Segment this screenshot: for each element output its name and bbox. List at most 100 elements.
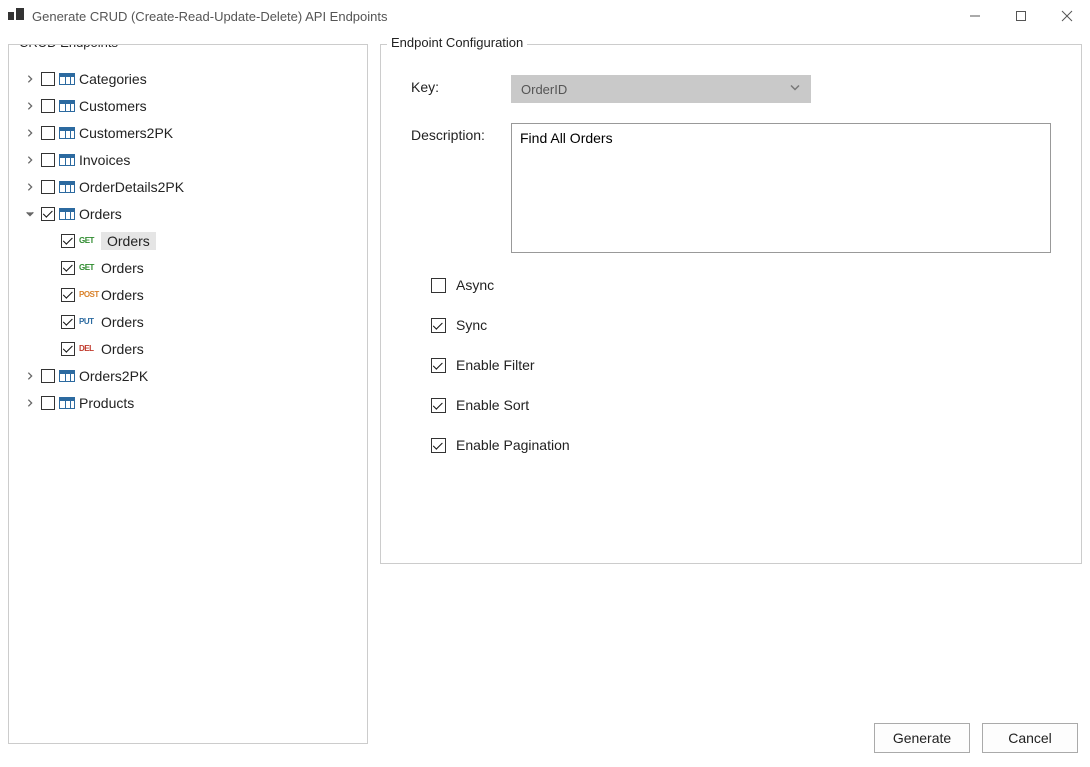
app-icon xyxy=(8,8,24,24)
chevron-right-icon[interactable] xyxy=(23,180,37,194)
endpoint-config-panel: Endpoint Configuration Key: OrderID Desc… xyxy=(380,44,1082,564)
description-input[interactable] xyxy=(511,123,1051,253)
tree-table-row[interactable]: OrderDetails2PK xyxy=(19,173,357,200)
http-method-badge: GET xyxy=(79,236,97,245)
method-checkbox[interactable] xyxy=(61,234,75,248)
option-label: Enable Sort xyxy=(456,397,529,413)
tree-method-row[interactable]: DEL Orders xyxy=(19,335,357,362)
method-label: Orders xyxy=(101,314,144,330)
table-checkbox[interactable] xyxy=(41,180,55,194)
method-label: Orders xyxy=(101,287,144,303)
table-label: Invoices xyxy=(79,152,130,168)
minimize-button[interactable] xyxy=(952,0,998,32)
table-checkbox[interactable] xyxy=(41,72,55,86)
table-icon xyxy=(59,397,75,409)
crud-endpoints-panel: CRUD Endpoints Categories Customers Custom… xyxy=(8,44,368,744)
key-label: Key: xyxy=(411,75,511,103)
table-checkbox[interactable] xyxy=(41,396,55,410)
option-row[interactable]: Enable Pagination xyxy=(431,437,1051,453)
description-label: Description: xyxy=(411,123,511,253)
background-strip xyxy=(230,757,930,767)
option-row[interactable]: Enable Filter xyxy=(431,357,1051,373)
table-icon xyxy=(59,370,75,382)
chevron-right-icon[interactable] xyxy=(23,153,37,167)
chevron-down-icon[interactable] xyxy=(23,207,37,221)
method-checkbox[interactable] xyxy=(61,261,75,275)
option-label: Async xyxy=(456,277,494,293)
tree-table-row[interactable]: Orders2PK xyxy=(19,362,357,389)
tree-table-row[interactable]: Customers xyxy=(19,92,357,119)
chevron-right-icon[interactable] xyxy=(23,396,37,410)
cancel-button[interactable]: Cancel xyxy=(982,723,1078,753)
option-checkbox[interactable] xyxy=(431,438,446,453)
table-label: Orders2PK xyxy=(79,368,148,384)
method-label: Orders xyxy=(101,232,156,250)
table-icon xyxy=(59,73,75,85)
tree-table-row[interactable]: Products xyxy=(19,389,357,416)
chevron-right-icon[interactable] xyxy=(23,99,37,113)
option-label: Sync xyxy=(456,317,487,333)
chevron-down-icon xyxy=(789,82,801,97)
method-checkbox[interactable] xyxy=(61,315,75,329)
table-checkbox[interactable] xyxy=(41,99,55,113)
option-checkbox[interactable] xyxy=(431,358,446,373)
generate-button[interactable]: Generate xyxy=(874,723,970,753)
option-checkbox[interactable] xyxy=(431,278,446,293)
option-label: Enable Filter xyxy=(456,357,535,373)
option-checkbox[interactable] xyxy=(431,398,446,413)
table-icon xyxy=(59,181,75,193)
http-method-badge: POST xyxy=(79,290,97,299)
table-icon xyxy=(59,100,75,112)
table-icon xyxy=(59,208,75,220)
table-label: OrderDetails2PK xyxy=(79,179,184,195)
content-area: CRUD Endpoints Categories Customers Custom… xyxy=(0,32,1090,711)
table-label: Products xyxy=(79,395,134,411)
table-label: Orders xyxy=(79,206,122,222)
option-label: Enable Pagination xyxy=(456,437,570,453)
tree-table-row[interactable]: Orders xyxy=(19,200,357,227)
table-icon xyxy=(59,154,75,166)
option-checkbox[interactable] xyxy=(431,318,446,333)
endpoint-tree[interactable]: Categories Customers Customers2PK Invoices O… xyxy=(19,65,357,416)
method-checkbox[interactable] xyxy=(61,288,75,302)
endpoint-config-legend: Endpoint Configuration xyxy=(387,35,527,50)
table-label: Customers2PK xyxy=(79,125,173,141)
key-dropdown[interactable]: OrderID xyxy=(511,75,811,103)
options-list: Async Sync Enable Filter Enable Sort Enable … xyxy=(411,277,1051,453)
method-label: Orders xyxy=(101,260,144,276)
description-row: Description: xyxy=(411,123,1051,253)
close-button[interactable] xyxy=(1044,0,1090,32)
tree-table-row[interactable]: Customers2PK xyxy=(19,119,357,146)
table-checkbox[interactable] xyxy=(41,207,55,221)
titlebar: Generate CRUD (Create-Read-Update-Delete… xyxy=(0,0,1090,32)
table-checkbox[interactable] xyxy=(41,126,55,140)
option-row[interactable]: Enable Sort xyxy=(431,397,1051,413)
table-icon xyxy=(59,127,75,139)
table-checkbox[interactable] xyxy=(41,369,55,383)
key-value: OrderID xyxy=(521,82,567,97)
http-method-badge: GET xyxy=(79,263,97,272)
table-label: Customers xyxy=(79,98,147,114)
tree-method-row[interactable]: POST Orders xyxy=(19,281,357,308)
tree-method-row[interactable]: PUT Orders xyxy=(19,308,357,335)
chevron-right-icon[interactable] xyxy=(23,369,37,383)
http-method-badge: PUT xyxy=(79,317,97,326)
chevron-right-icon[interactable] xyxy=(23,72,37,86)
chevron-right-icon[interactable] xyxy=(23,126,37,140)
table-label: Categories xyxy=(79,71,147,87)
option-row[interactable]: Sync xyxy=(431,317,1051,333)
http-method-badge: DEL xyxy=(79,344,97,353)
maximize-button[interactable] xyxy=(998,0,1044,32)
method-checkbox[interactable] xyxy=(61,342,75,356)
option-row[interactable]: Async xyxy=(431,277,1051,293)
table-checkbox[interactable] xyxy=(41,153,55,167)
crud-endpoints-legend: CRUD Endpoints xyxy=(15,44,122,50)
footer-buttons: Generate Cancel xyxy=(874,723,1078,753)
tree-table-row[interactable]: Invoices xyxy=(19,146,357,173)
tree-method-row[interactable]: GET Orders xyxy=(19,254,357,281)
tree-table-row[interactable]: Categories xyxy=(19,65,357,92)
method-label: Orders xyxy=(101,341,144,357)
window-title: Generate CRUD (Create-Read-Update-Delete… xyxy=(32,9,952,24)
tree-method-row[interactable]: GET Orders xyxy=(19,227,357,254)
window-controls xyxy=(952,0,1090,32)
